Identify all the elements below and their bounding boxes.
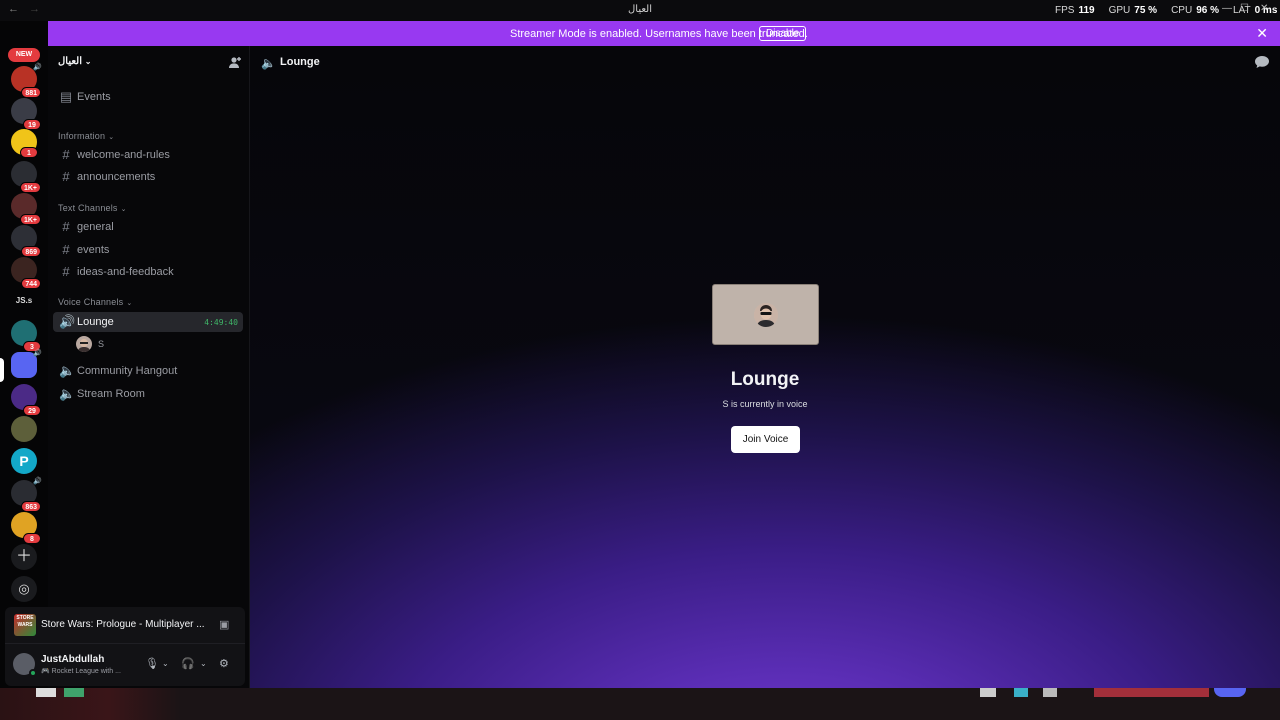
invite-members-icon[interactable] [228,56,242,70]
voice-channel-view: 🔈 Lounge Lounge S is currently in voice … [250,46,1280,688]
gpu-stat: GPU 75 % [1108,5,1158,16]
server-icon[interactable]: 🔊 863 [11,478,42,512]
hash-icon: # [62,169,70,184]
voice-channel-community-hangout[interactable]: 🔈 Community Hangout [53,361,243,381]
server-icon[interactable]: 1K+ [11,193,41,225]
new-badge[interactable]: NEW [8,48,40,62]
voice-timer: 4:49:40 [204,318,238,327]
channel-header: 🔈 Lounge [250,46,1280,78]
chat-icon[interactable] [1254,55,1270,69]
online-status-icon [29,669,37,677]
activity-panel[interactable]: STORE WARS Store Wars: Prologue - Multip… [5,607,245,643]
channel-welcome-and-rules[interactable]: # welcome-and-rules [53,145,243,165]
speaker-icon: 🔊 [33,478,42,485]
hash-icon: # [62,219,70,234]
server-icon[interactable]: 19 [11,98,41,130]
participant-avatar [754,303,778,327]
server-icon-active[interactable]: 🔊 [11,350,42,378]
speaker-icon: 🔊 [33,64,42,71]
screen-share-icon[interactable]: ▣ [219,618,229,631]
avatar [76,336,92,352]
category-information[interactable]: Information ⌄ [58,131,114,141]
activity-title: Store Wars: Prologue - Multiplayer ... [41,619,205,630]
speaker-icon: 🔊 [59,314,76,329]
calendar-icon: ▤ [59,89,73,104]
microphone-icon[interactable]: 🎙 [145,657,159,670]
wallpaper-strip [0,688,180,720]
channel-announcements[interactable]: # announcements [53,167,243,187]
category-text-channels[interactable]: Text Channels ⌄ [58,203,127,213]
channel-sidebar: العيال ⌄ ▤ Events Information ⌄ # welcome… [48,46,250,688]
streamer-mode-banner: Streamer Mode is enabled. Usernames have… [48,21,1280,46]
voice-channel-subtitle: S is currently in voice [722,399,808,409]
hash-icon: # [62,242,70,257]
speaker-icon: 🔈 [59,386,76,401]
close-window-icon[interactable]: ✕ [1260,3,1268,14]
user-status: 🎮 Rocket League with ... [41,668,121,675]
server-icon[interactable] [11,416,37,442]
cpu-stat: CPU 96 % [1171,5,1219,16]
taskbar-app-icon[interactable] [1043,688,1057,697]
headphones-icon[interactable]: 🎧 [181,657,195,670]
minimize-icon[interactable]: — [1222,3,1232,14]
voice-channel-title: Lounge [730,369,800,390]
app-window: { "titlebar": { "title": "العيال", "stat… [0,0,1280,720]
taskbar-app-icon[interactable] [1094,688,1209,697]
server-icon[interactable]: 8 [11,512,41,544]
category-voice-channels[interactable]: Voice Channels ⌄ [58,297,132,307]
taskbar-app-icon[interactable] [980,688,996,697]
hash-icon: # [62,147,70,162]
server-icon[interactable]: 869 [11,225,41,257]
server-icon[interactable]: 🔊 881 [11,64,42,98]
server-icon[interactable]: 1 [11,129,38,158]
taskbar-app-icon[interactable] [1014,688,1028,697]
add-server-icon[interactable]: ＋ [11,544,37,570]
server-icon[interactable]: 29 [11,384,41,416]
mic-options-chevron-icon[interactable]: ⌄ [162,659,169,668]
events-item[interactable]: ▤ Events [53,87,243,107]
title-bar: ← → العيال FPS 119 GPU 75 % CPU 96 % LAT 0 m… [0,0,1280,21]
taskbar [0,688,1280,720]
voice-channel-lounge[interactable]: 🔊 Lounge 4:49:40 [53,312,243,332]
voice-participant-tile[interactable] [712,284,819,345]
channel-ideas-and-feedback[interactable]: # ideas-and-feedback [53,262,243,282]
voice-channel-stream-room[interactable]: 🔈 Stream Room [53,384,243,404]
fps-stat: FPS 119 [1055,5,1095,16]
server-header[interactable]: العيال ⌄ [48,46,250,78]
discover-icon[interactable]: ◎ [11,576,37,602]
channel-general[interactable]: # general [53,217,243,237]
server-icon[interactable]: 3 [11,320,41,352]
channel-events[interactable]: # events [53,240,243,260]
server-name[interactable]: العيال ⌄ [58,56,91,67]
taskbar-app-icon[interactable] [36,688,56,697]
maximize-icon[interactable]: ☐ [1240,3,1249,14]
server-icon-p[interactable]: P [11,448,37,474]
channel-title: Lounge [280,56,320,68]
user-panel: JustAbdullah 🎮 Rocket League with ... 🎙 … [5,643,245,686]
hash-icon: # [62,264,70,279]
server-rail: NEW 🔊 881 19 1 1K+ 1K+ 869 744 JS.s 3 🔊 2… [0,21,48,688]
username[interactable]: JustAbdullah [41,654,104,665]
game-icon: STORE WARS [14,614,36,636]
server-icon-js[interactable]: JS.s [11,288,37,314]
speaker-icon: 🔈 [59,363,76,378]
disable-button[interactable]: Disable [759,26,807,41]
taskbar-app-icon[interactable] [1214,688,1246,697]
speaker-icon: 🔊 [33,350,42,357]
server-icon[interactable]: 744 [11,257,41,289]
close-banner-icon[interactable]: ✕ [1256,25,1268,42]
join-voice-button[interactable]: Join Voice [731,426,800,453]
selected-server-pip [0,358,4,382]
taskbar-app-icon[interactable] [64,688,84,697]
server-icon[interactable]: 1K+ [11,161,41,193]
audio-options-chevron-icon[interactable]: ⌄ [200,659,207,668]
speaker-icon: 🔈 [261,56,276,70]
settings-gear-icon[interactable]: ⚙ [219,657,229,670]
